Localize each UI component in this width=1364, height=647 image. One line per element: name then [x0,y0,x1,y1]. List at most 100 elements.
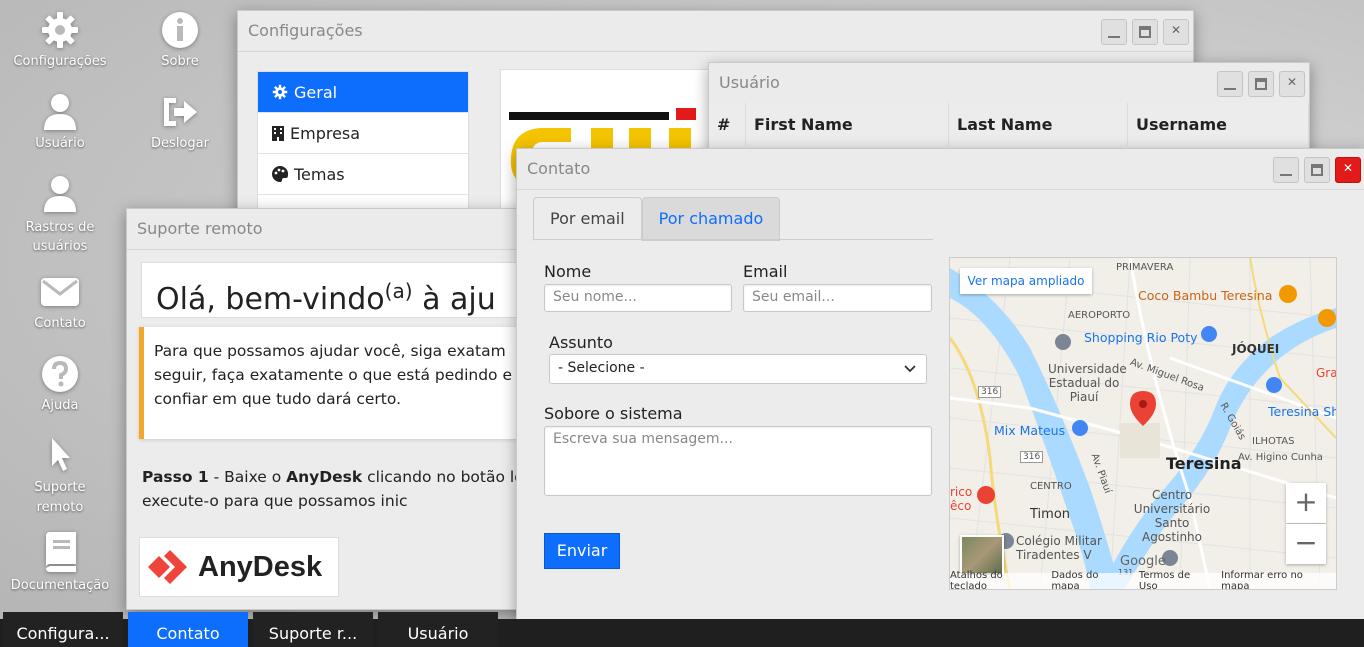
config-titlebar[interactable]: Configurações ✕ [238,11,1193,52]
desktop-icon-suporte[interactable]: Suporte remoto [5,436,115,518]
info-icon [162,12,198,48]
close-icon: ✕ [1286,75,1298,89]
map-label: Centro Universitário Santo Agostinho [1133,488,1211,544]
desktop-icon-configuracoes[interactable]: Configurações [5,10,115,69]
heading-sup: (a) [384,279,413,303]
heading-text: à aju [412,282,496,317]
column-header[interactable]: # [709,103,746,145]
map-label: rico [950,485,973,499]
desktop-icon-label: Usuário [35,136,85,151]
map-label: Universidade Estadual do Piauí [1048,362,1127,404]
map-label: 316 [978,386,1002,398]
desktop-icon-label: Documentação [10,578,110,593]
subject-label: Assunto [549,333,613,352]
desktop-icon-label: Sobre [161,54,199,69]
maximize-button[interactable] [1132,19,1158,45]
palette-icon [272,166,288,182]
heading-text: Olá, bem-vindo [156,282,385,317]
tab-por-chamado[interactable]: Por chamado [641,197,781,241]
step-text: - Baixe o [208,468,287,486]
user-icon [44,94,76,130]
map-label: JÓQUEI [1232,342,1280,356]
message-textarea[interactable]: Escreva sua mensagem... [544,426,932,496]
contact-tabs: Por email Por chamado [533,197,781,241]
anydesk-label: AnyDesk [198,550,323,583]
minimize-button[interactable] [1273,157,1299,183]
menu-item-empresa[interactable]: Empresa [258,113,468,154]
minimize-button[interactable] [1217,71,1243,97]
google-logo: Google [1120,554,1166,569]
desktop-icon-ajuda[interactable]: Ajuda [5,354,115,413]
map-footer-link[interactable]: Dados do mapa [1051,570,1127,589]
window-title: Configurações [248,21,363,40]
desktop-icon-label: Ajuda [41,398,79,413]
zoom-in-button[interactable]: + [1286,483,1326,523]
map-footer-link[interactable]: Atalhos do teclado [950,570,1039,589]
gear-icon [42,12,78,48]
contact-window: Contato ✕ Por email Por chamado Nome Seu… [516,148,1364,620]
anydesk-download-button[interactable]: AnyDesk [139,537,339,597]
taskbar-button-suporte[interactable]: Suporte r... [253,612,373,647]
map-footer-link[interactable]: Termos de Uso [1139,570,1209,589]
map-label: êco [950,499,972,513]
desktop-icon-contato[interactable]: Contato [5,272,115,331]
map-footer-link[interactable]: Informar erro no mapa [1221,570,1330,589]
map-label: PRIMAVERA [1116,262,1174,273]
desktop-icon-rastros[interactable]: Rastros de usuários [5,174,115,256]
map-widget[interactable]: Ver mapa ampliado PRIMAVERA Coco Bambu T… [949,257,1337,590]
column-header[interactable]: Last Name [948,103,1128,145]
table-header-row: # First Name Last Name Username [709,103,1309,145]
menu-item-temas[interactable]: Temas [258,154,468,195]
desktop-icon-deslogar[interactable]: Deslogar [125,92,235,151]
contact-titlebar[interactable]: Contato ✕ [517,149,1364,190]
name-input[interactable]: Seu nome... [544,284,732,312]
desktop-icon-sobre[interactable]: Sobre [125,10,235,69]
enlarge-map-link[interactable]: Ver mapa ampliado [960,268,1092,294]
tab-por-email[interactable]: Por email [533,197,642,241]
map-label: Teresina [1166,454,1242,473]
maximize-button[interactable] [1248,71,1274,97]
desktop-icon-usuario[interactable]: Usuário [5,92,115,151]
column-header[interactable]: First Name [745,103,949,145]
name-label: Nome [544,262,592,281]
email-label: Email [743,262,788,281]
close-button[interactable]: ✕ [1163,19,1189,45]
map-label: Gra [1316,366,1337,380]
close-icon: ✕ [1170,23,1182,37]
close-button[interactable]: ✕ [1335,157,1361,183]
book-icon [46,532,76,572]
step-bold: AnyDesk [286,468,363,486]
desktop-icon-documentacao[interactable]: Documentação [5,532,115,593]
notice-text: Para que possamos ajudar você, siga exat… [154,342,512,408]
users-table: # First Name Last Name Username [709,103,1309,145]
minimize-icon [1224,88,1236,90]
minimize-button[interactable] [1101,19,1127,45]
email-input[interactable]: Seu email... [743,284,932,312]
map-label: Mix Mateus [994,423,1066,438]
config-menu: Geral Empresa Temas [257,71,469,217]
question-icon [42,356,78,392]
taskbar-button-contato[interactable]: Contato [128,612,248,647]
taskbar-button-usuario[interactable]: Usuário [378,612,498,647]
zoom-out-button[interactable]: − [1286,524,1326,564]
map-label: Av. Higino Cunha [1238,452,1323,463]
about-label: Sobore o sistema [544,404,683,423]
subject-select[interactable]: - Selecione - [549,354,927,384]
desktop-icon-label: Contato [34,316,86,331]
chevron-down-icon [904,365,916,373]
close-button[interactable]: ✕ [1279,71,1305,97]
taskbar-button-configuracoes[interactable]: Configura... [3,612,123,647]
envelope-icon [41,278,79,306]
map-label: 316 [1020,451,1044,463]
menu-item-geral[interactable]: Geral [258,72,468,113]
map-label: ILHOTAS [1252,436,1295,447]
logout-icon [164,98,197,126]
column-header[interactable]: Username [1127,103,1309,145]
maximize-button[interactable] [1304,157,1330,183]
user-titlebar[interactable]: Usuário ✕ [709,63,1309,104]
map-label: AEROPORTO [1068,310,1131,321]
map-label: Coco Bambu Teresina [1138,288,1273,303]
desktop-icon-label: Rastros de usuários [25,220,95,254]
map-footer: Atalhos do teclado Dados do mapa Termos … [950,570,1336,589]
send-button[interactable]: Enviar [544,533,620,569]
